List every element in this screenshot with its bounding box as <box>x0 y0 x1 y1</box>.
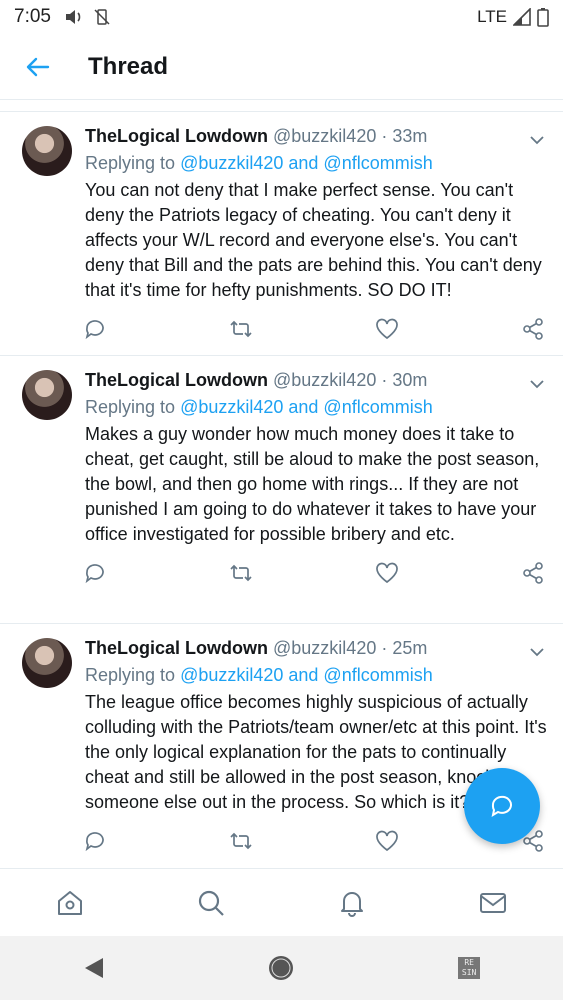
tweet-time: · 30m <box>381 370 428 390</box>
recents-icon: RE SIN <box>458 957 481 979</box>
user-name[interactable]: TheLogical Lowdown <box>85 638 268 658</box>
network-type: LTE <box>477 7 507 26</box>
retweet-icon <box>230 564 252 582</box>
vibrate-off-icon <box>94 9 110 25</box>
triangle-back-icon <box>84 958 103 978</box>
status-bar: 7:05 LTE <box>0 0 563 34</box>
back-button[interactable] <box>0 34 76 100</box>
replying-prefix: Replying to <box>85 397 176 417</box>
user-handle: @buzzkil420 <box>273 126 377 146</box>
reply-button[interactable] <box>81 315 109 343</box>
share-button[interactable] <box>519 315 547 343</box>
volume-icon <box>65 10 81 24</box>
avatar[interactable] <box>22 126 72 176</box>
heart-icon <box>376 318 398 340</box>
tweet-actions <box>81 547 547 599</box>
retweet-icon <box>230 832 252 850</box>
heart-icon <box>376 562 398 584</box>
nav-notifications[interactable] <box>332 883 372 923</box>
bell-icon <box>340 891 363 917</box>
share-button[interactable] <box>519 559 547 587</box>
chevron-down-icon[interactable] <box>529 132 545 148</box>
page-title: Thread <box>88 52 169 80</box>
thread-top-divider <box>0 100 563 112</box>
nav-search[interactable] <box>191 883 231 923</box>
comment-icon <box>85 832 104 852</box>
chevron-down-icon[interactable] <box>529 376 545 392</box>
retweet-button[interactable] <box>227 827 255 855</box>
arrow-left-icon <box>26 57 50 76</box>
nav-messages[interactable] <box>473 883 513 923</box>
system-recents-button[interactable]: RE SIN <box>449 948 489 988</box>
user-handle: @buzzkil420 <box>273 638 377 658</box>
replying-to: Replying to @buzzkil420 and @nflcommish <box>85 394 547 420</box>
reply-button[interactable] <box>81 559 109 587</box>
system-back-button[interactable] <box>74 948 114 988</box>
status-time: 7:05 <box>14 6 51 27</box>
search-icon <box>199 890 224 916</box>
retweet-icon <box>230 320 252 338</box>
thread-list[interactable]: TheLogical Lowdown @buzzkil420 · 33m Rep… <box>0 100 563 868</box>
avatar[interactable] <box>22 370 72 420</box>
reply-button[interactable] <box>81 827 109 855</box>
tweet-actions <box>81 303 547 355</box>
tweet[interactable]: TheLogical Lowdown @buzzkil420 · 30m Rep… <box>0 356 563 624</box>
app-header: Thread <box>0 34 563 100</box>
user-name[interactable]: TheLogical Lowdown <box>85 126 268 146</box>
home-icon <box>58 890 83 915</box>
user-handle: @buzzkil420 <box>273 370 377 390</box>
like-button[interactable] <box>373 559 401 587</box>
tweet-text: Makes a guy wonder how much money does i… <box>85 424 540 544</box>
compose-reply-button[interactable] <box>464 768 540 844</box>
like-button[interactable] <box>373 315 401 343</box>
compose-reply-icon <box>491 795 512 818</box>
like-button[interactable] <box>373 827 401 855</box>
replying-prefix: Replying to <box>85 153 176 173</box>
replying-to-links[interactable]: @buzzkil420 and @nflcommish <box>180 665 433 685</box>
replying-to: Replying to @buzzkil420 and @nflcommish <box>85 150 547 176</box>
retweet-button[interactable] <box>227 315 255 343</box>
tweet[interactable]: TheLogical Lowdown @buzzkil420 · 33m Rep… <box>0 112 563 356</box>
chevron-down-icon[interactable] <box>529 644 545 660</box>
replying-to-links[interactable]: @buzzkil420 and @nflcommish <box>180 397 433 417</box>
replying-to: Replying to @buzzkil420 and @nflcommish <box>85 662 547 688</box>
retweet-button[interactable] <box>227 559 255 587</box>
nav-home[interactable] <box>50 883 90 923</box>
bottom-nav <box>0 868 563 936</box>
tweet-time: · 25m <box>381 638 428 658</box>
system-nav: RE SIN <box>0 936 563 1000</box>
mail-icon <box>479 892 506 913</box>
circle-home-icon <box>269 956 294 980</box>
signal-icon <box>513 8 531 26</box>
avatar[interactable] <box>22 638 72 688</box>
comment-icon <box>85 564 104 584</box>
user-name[interactable]: TheLogical Lowdown <box>85 370 268 390</box>
tweet-text: You can not deny that I make perfect sen… <box>85 180 542 300</box>
heart-icon <box>376 830 398 852</box>
tweet-time: · 33m <box>381 126 428 146</box>
replying-prefix: Replying to <box>85 665 176 685</box>
system-home-button[interactable] <box>261 948 301 988</box>
comment-icon <box>85 320 104 340</box>
battery-icon <box>537 8 549 27</box>
share-icon <box>523 318 543 340</box>
share-icon <box>523 562 543 584</box>
replying-to-links[interactable]: @buzzkil420 and @nflcommish <box>180 153 433 173</box>
